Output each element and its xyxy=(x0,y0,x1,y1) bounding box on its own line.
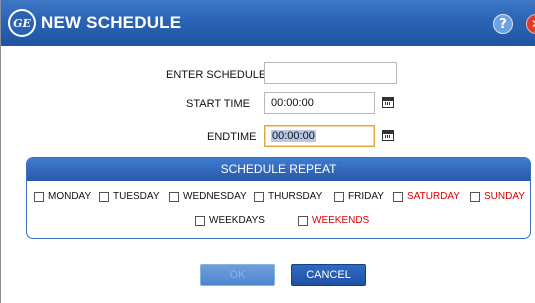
checkbox-box[interactable] xyxy=(470,191,480,202)
day-label-saturday: SATURDAY xyxy=(407,191,460,202)
checkbox-saturday[interactable]: SATURDAY xyxy=(393,191,460,202)
schedule-name-input[interactable] xyxy=(264,62,397,84)
day-label-thursday: THURSDAY xyxy=(268,191,323,202)
end-time-label: ENDTIME xyxy=(207,131,257,143)
checkbox-monday[interactable]: MONDAY xyxy=(34,191,91,202)
ge-logo-icon: GE xyxy=(8,9,36,37)
checkbox-wednesday[interactable]: WEDNESDAY xyxy=(169,191,247,202)
dialog-title: NEW SCHEDULE xyxy=(41,13,182,32)
checkbox-box[interactable] xyxy=(195,215,205,226)
day-label-wednesday: WEDNESDAY xyxy=(183,191,247,202)
group-label-weekdays: WEEKDAYS xyxy=(209,215,265,226)
group-label-weekends: WEEKENDS xyxy=(312,215,370,226)
ok-button[interactable]: OK xyxy=(200,264,275,286)
help-icon[interactable]: ? xyxy=(493,14,513,34)
checkbox-box[interactable] xyxy=(169,191,179,202)
checkbox-box[interactable] xyxy=(99,191,109,202)
end-time-input[interactable]: 00:00:00 xyxy=(264,125,375,147)
checkbox-sunday[interactable]: SUNDAY xyxy=(470,191,525,202)
logo-text: GE xyxy=(10,11,34,35)
calendar-icon[interactable] xyxy=(382,130,394,141)
new-schedule-dialog: GE NEW SCHEDULE ? ✕ ENTER SCHEDULE START… xyxy=(0,0,535,303)
end-time-value: 00:00:00 xyxy=(271,130,316,142)
checkbox-weekdays[interactable]: WEEKDAYS xyxy=(195,215,265,226)
day-label-tuesday: TUESDAY xyxy=(113,191,160,202)
checkbox-box[interactable] xyxy=(393,191,403,202)
checkbox-weekends[interactable]: WEEKENDS xyxy=(298,215,369,226)
checkbox-box[interactable] xyxy=(34,191,44,202)
checkbox-box[interactable] xyxy=(254,191,264,202)
dialog-title-bar[interactable]: GE NEW SCHEDULE ? ✕ xyxy=(1,0,535,46)
cancel-button[interactable]: CANCEL xyxy=(291,264,366,286)
day-label-sunday: SUNDAY xyxy=(484,191,525,202)
start-time-label: START TIME xyxy=(186,98,250,110)
calendar-icon[interactable] xyxy=(382,97,394,108)
close-icon[interactable]: ✕ xyxy=(526,14,535,34)
start-time-input[interactable]: 00:00:00 xyxy=(264,92,375,114)
schedule-repeat-header: SCHEDULE REPEAT xyxy=(27,158,530,181)
day-label-friday: FRIDAY xyxy=(348,191,384,202)
checkbox-friday[interactable]: FRIDAY xyxy=(334,191,384,202)
checkbox-tuesday[interactable]: TUESDAY xyxy=(99,191,160,202)
checkbox-thursday[interactable]: THURSDAY xyxy=(254,191,322,202)
schedule-name-label: ENTER SCHEDULE xyxy=(166,69,267,81)
checkbox-box[interactable] xyxy=(298,215,308,226)
checkbox-box[interactable] xyxy=(334,191,344,202)
day-label-monday: MONDAY xyxy=(48,191,92,202)
